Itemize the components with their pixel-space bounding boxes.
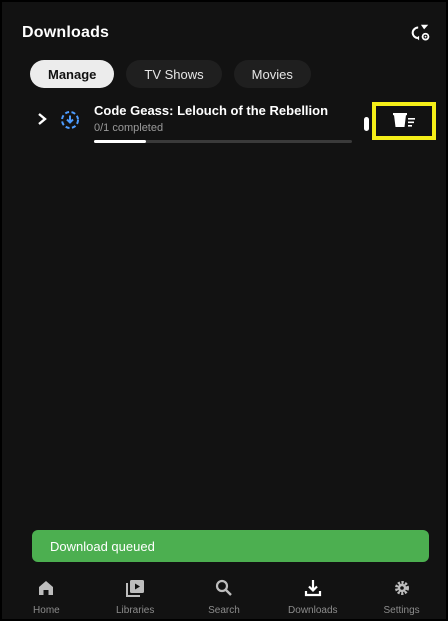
downloading-icon xyxy=(61,111,79,129)
download-status: 0/1 completed xyxy=(94,122,164,134)
search-icon xyxy=(215,579,232,596)
libraries-icon xyxy=(126,580,145,597)
chevron-right-icon[interactable] xyxy=(35,112,49,126)
swipe-handle[interactable] xyxy=(364,117,369,131)
tab-manage[interactable]: Manage xyxy=(30,60,115,88)
download-progress-fill xyxy=(94,140,146,143)
page-title: Downloads xyxy=(22,24,110,41)
nav-item-libraries[interactable]: Libraries xyxy=(95,575,175,616)
nav-label-settings: Settings xyxy=(383,605,420,616)
tab-tv-shows[interactable]: TV Shows xyxy=(126,60,222,88)
sync-settings-button[interactable] xyxy=(406,19,434,47)
toast-message: Download queued xyxy=(32,530,429,562)
nav-item-downloads[interactable]: Downloads xyxy=(273,575,353,616)
nav-label-libraries: Libraries xyxy=(116,605,155,616)
app-header: Downloads xyxy=(22,16,434,50)
nav-item-home[interactable]: Home xyxy=(6,575,86,616)
download-row[interactable]: Code Geass: Lelouch of the Rebellion 0/1… xyxy=(2,98,446,148)
nav-label-downloads: Downloads xyxy=(288,605,338,616)
sync-settings-icon xyxy=(411,24,430,41)
download-title: Code Geass: Lelouch of the Rebellion xyxy=(94,103,329,118)
nav-item-settings[interactable]: Settings xyxy=(362,575,442,616)
nav-label-search: Search xyxy=(208,605,240,616)
nav-item-search[interactable]: Search xyxy=(184,575,264,616)
settings-icon xyxy=(394,581,409,595)
bottom-nav: Home Libraries Search Downloads Settings xyxy=(2,575,446,619)
download-icon xyxy=(304,580,321,597)
delete-button[interactable] xyxy=(372,102,436,140)
tab-movies[interactable]: Movies xyxy=(233,60,311,88)
filter-tabs: Manage TV Shows Movies xyxy=(30,60,311,88)
app-screen: Downloads Manage TV Shows Movies Code Ge… xyxy=(0,0,448,621)
nav-label-home: Home xyxy=(33,605,60,616)
download-progress-bar xyxy=(94,140,352,143)
home-icon xyxy=(39,581,54,595)
delete-icon xyxy=(393,113,415,127)
